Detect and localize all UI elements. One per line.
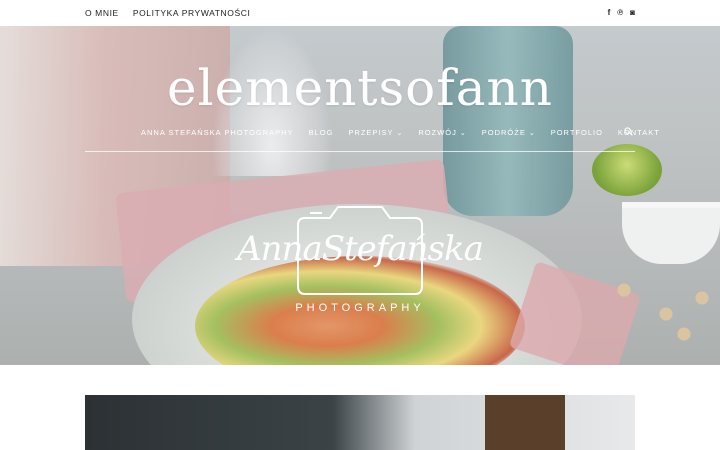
- logo-subtitle: PHOTOGRAPHY: [295, 302, 425, 314]
- nav-item-label: PORTFOLIO: [550, 128, 603, 137]
- chevron-down-icon: ⌄: [528, 130, 536, 137]
- chevron-down-icon: ⌄: [396, 130, 404, 137]
- nav-item-anna-stefanska-photography[interactable]: ANNA STEFAŃSKA PHOTOGRAPHY: [141, 128, 294, 137]
- top-links: O MNIE POLITYKA PRYWATNOŚCI: [85, 8, 250, 18]
- nav-item-podroze[interactable]: PODRÓŻE ⌄: [482, 128, 536, 137]
- nav-item-label: ANNA STEFAŃSKA PHOTOGRAPHY: [141, 128, 294, 137]
- pinterest-icon[interactable]: ℗: [617, 8, 623, 18]
- nav-item-label: ROZWÓJ: [418, 128, 457, 137]
- nav-item-label: PRZEPISY: [348, 128, 394, 137]
- nav-item-przepisy[interactable]: PRZEPISY ⌄: [348, 128, 403, 137]
- nav-item-rozwoj[interactable]: ROZWÓJ ⌄: [418, 128, 466, 137]
- top-bar: O MNIE POLITYKA PRYWATNOŚCI f ℗ ◙: [0, 0, 720, 26]
- nav-item-blog[interactable]: BLOG: [309, 128, 334, 137]
- chevron-down-icon: ⌄: [459, 130, 467, 137]
- nav-item-portfolio[interactable]: PORTFOLIO: [551, 128, 603, 137]
- top-link-about[interactable]: O MNIE: [85, 8, 119, 18]
- facebook-icon[interactable]: f: [608, 8, 611, 18]
- site-title[interactable]: elementsofann: [0, 60, 720, 116]
- search-icon[interactable]: [624, 127, 633, 138]
- instagram-icon[interactable]: ◙: [630, 8, 635, 18]
- top-link-privacy-policy[interactable]: POLITYKA PRYWATNOŚCI: [133, 8, 251, 18]
- nav-item-label: PODRÓŻE: [481, 128, 526, 137]
- logo-script-name: AnnaStefańska: [237, 229, 484, 269]
- social-links: f ℗ ◙: [608, 8, 635, 18]
- photography-logo[interactable]: AnnaStefańska PHOTOGRAPHY: [210, 204, 510, 319]
- main-navigation: ANNA STEFAŃSKA PHOTOGRAPHY BLOG PRZEPISY…: [85, 127, 659, 152]
- nav-item-label: BLOG: [308, 128, 334, 137]
- hero-banner: elementsofann ANNA STEFAŃSKA PHOTOGRAPHY…: [0, 26, 720, 365]
- featured-post-image[interactable]: [85, 395, 635, 450]
